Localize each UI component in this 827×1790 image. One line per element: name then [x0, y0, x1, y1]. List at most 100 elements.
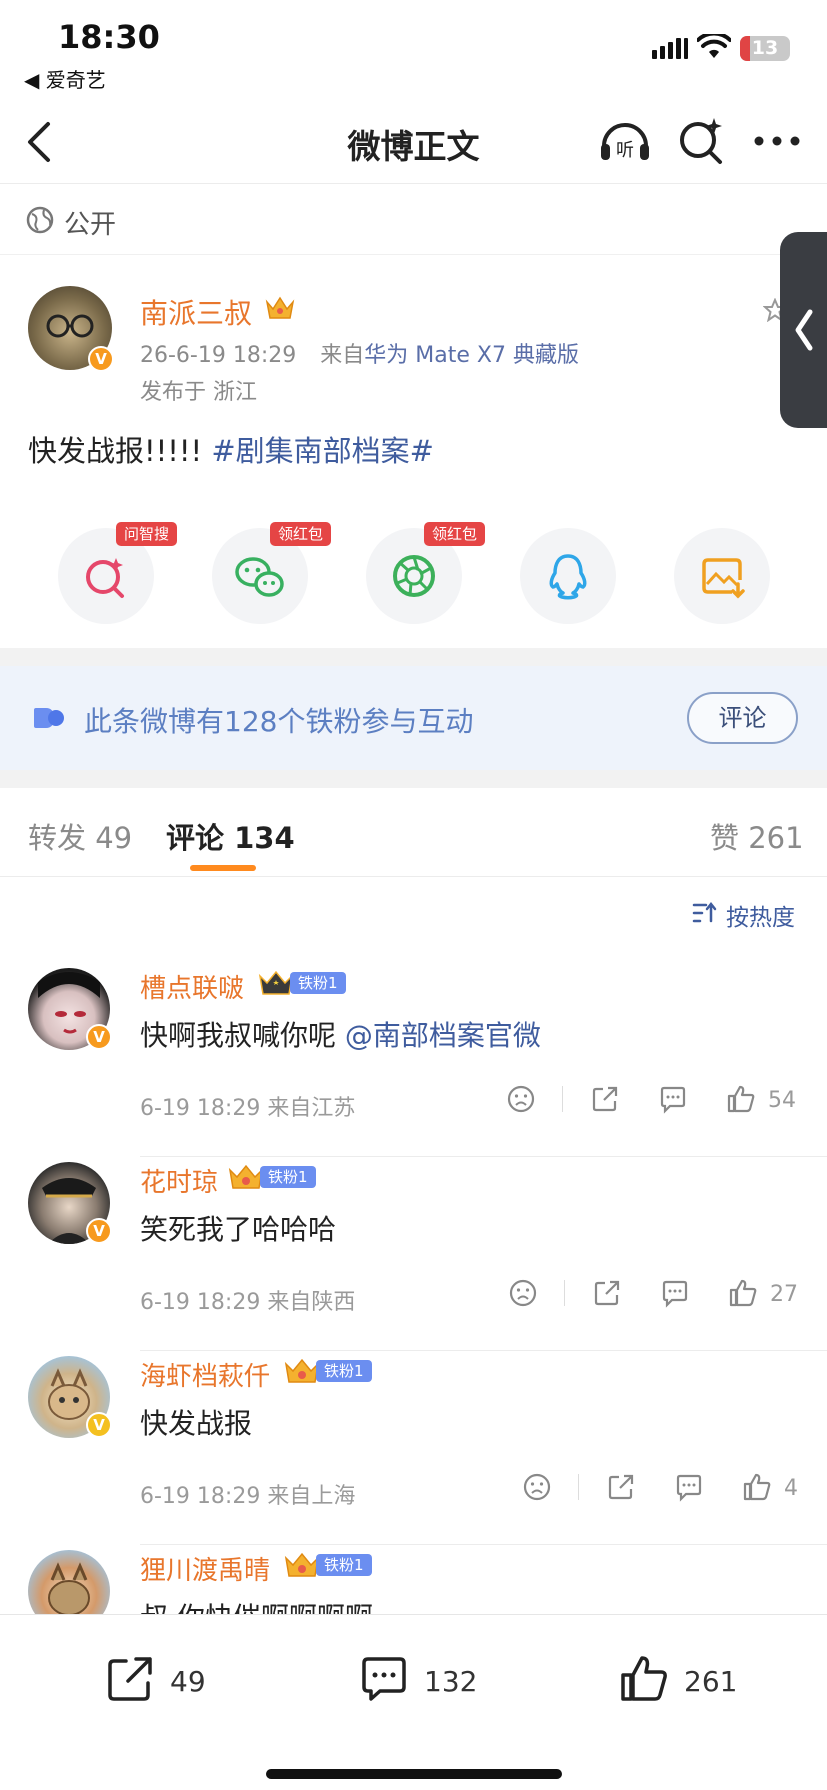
visibility-row: 公开	[0, 185, 827, 255]
share-qq[interactable]	[520, 528, 616, 624]
qq-icon	[549, 554, 587, 600]
verified-badge: V	[86, 1218, 112, 1244]
section-divider	[0, 648, 827, 666]
comment-text: 快啊我叔喊你呢 @南部档案官微	[126, 1004, 606, 1056]
share-save-image[interactable]	[674, 528, 770, 624]
tab-repost[interactable]: 转发 49	[28, 815, 132, 857]
active-tab-indicator	[190, 865, 256, 871]
commenter-name[interactable]: 海虾档萩仟	[140, 1356, 270, 1393]
like-icon[interactable]	[742, 1472, 772, 1502]
commenter-badges: 铁粉1	[258, 970, 346, 996]
post-location: 发布于 浙江	[140, 380, 257, 405]
battery-level: 13	[751, 37, 779, 59]
side-drawer-tab[interactable]	[780, 232, 827, 428]
avatar-image	[48, 1562, 90, 1614]
action-separator	[578, 1474, 579, 1500]
comment-divider	[140, 1350, 827, 1351]
save-image-icon	[702, 558, 745, 599]
like-icon[interactable]	[728, 1278, 758, 1308]
like-button[interactable]: 261	[618, 1653, 748, 1713]
comment-mention[interactable]: @南部档案官微	[345, 1019, 541, 1052]
source-prefix: 来自	[320, 343, 365, 368]
smart-search-icon[interactable]	[676, 114, 726, 166]
tab-comment[interactable]: 评论 134	[166, 815, 295, 857]
like-count: 4	[784, 1476, 798, 1501]
crown-badge-icon	[284, 1552, 320, 1577]
crown-badge-icon	[258, 970, 294, 995]
like-count: 27	[770, 1282, 798, 1307]
comment-actions: 54	[506, 1084, 806, 1120]
comment-item: 狸川渡禹晴 铁粉1 叔 你快催啊啊啊啊	[0, 1550, 827, 1614]
share-icon[interactable]	[592, 1278, 622, 1308]
commenter-name[interactable]: 槽点联啵	[140, 968, 244, 1005]
fans-comment-button[interactable]: 评论	[687, 692, 798, 744]
commenter-name[interactable]: 花时琼	[140, 1162, 218, 1199]
nav-bar: 微博正文 听	[0, 100, 827, 184]
fan-badge: 铁粉1	[316, 1360, 372, 1382]
battery-icon: 13	[740, 36, 790, 61]
reply-icon[interactable]	[674, 1472, 704, 1502]
tab-like[interactable]: 赞 261	[710, 815, 804, 857]
action-separator	[564, 1280, 565, 1306]
comment-icon	[362, 1657, 406, 1701]
share-badge-ai: 问智搜	[116, 522, 178, 546]
crown-badge-icon	[228, 1164, 264, 1189]
fans-banner-text: 此条微博有128个铁粉参与互动	[84, 705, 474, 738]
repost-button[interactable]: 49	[104, 1653, 224, 1713]
verified-badge: V	[88, 346, 114, 372]
comment-divider	[140, 1544, 827, 1545]
comment-text: 笑死我了哈哈哈	[126, 1198, 406, 1250]
back-to-app-link[interactable]: ◀ 爱奇艺	[24, 64, 106, 93]
fans-banner: 此条微博有128个铁粉参与互动 评论	[0, 666, 827, 770]
more-icon[interactable]	[752, 134, 802, 148]
commenter-name[interactable]: 狸川渡禹晴	[140, 1550, 270, 1587]
post-meta: 26-6-19 18:29 来自华为 Mate X7 典藏版	[140, 337, 579, 369]
post-device[interactable]: 华为 Mate X7 典藏版	[364, 343, 579, 368]
share-badge-moments: 领红包	[424, 522, 486, 546]
visibility-label: 公开	[64, 210, 117, 240]
post-time: 26-6-19 18:29	[140, 343, 297, 368]
comment-meta: 6-19 18:29 来自上海	[140, 1484, 356, 1509]
comment-item: V 海虾档萩仟 铁粉1 快发战报 6-19 18:29 来自上海 4	[0, 1356, 827, 1550]
like-icon[interactable]	[726, 1084, 756, 1114]
dislike-icon[interactable]	[506, 1084, 536, 1114]
reply-icon[interactable]	[658, 1084, 688, 1114]
comment-item: V 花时琼 铁粉1 笑死我了哈哈哈 6-19 18:29 来自陕西 27	[0, 1162, 827, 1356]
sort-icon	[692, 901, 717, 923]
commenter-avatar[interactable]	[28, 1550, 110, 1614]
dislike-icon[interactable]	[522, 1472, 552, 1502]
sort-label: 按热度	[726, 905, 795, 931]
share-icon[interactable]	[606, 1472, 636, 1502]
reply-icon[interactable]	[660, 1278, 690, 1308]
fans-icon	[34, 708, 64, 728]
share-icon[interactable]	[590, 1084, 620, 1114]
section-divider	[0, 770, 827, 788]
fan-badge: 铁粉1	[290, 972, 346, 994]
post-hashtag[interactable]: #剧集南部档案#	[211, 434, 434, 468]
commenter-badges: 铁粉1	[228, 1164, 316, 1190]
author-name[interactable]: 南派三叔	[140, 292, 252, 332]
commenter-badges: 铁粉1	[284, 1358, 372, 1384]
comment-body: 叔 你快催啊啊啊啊	[140, 1601, 373, 1614]
comment-body: 快发战报	[140, 1407, 253, 1440]
wifi-icon	[697, 34, 731, 58]
like-count: 54	[768, 1088, 796, 1113]
listen-icon[interactable]: 听	[598, 116, 652, 166]
comment-body: 笑死我了哈哈哈	[140, 1213, 337, 1246]
globe-icon	[26, 206, 54, 234]
repost-icon	[108, 1657, 152, 1701]
action-separator	[562, 1086, 563, 1112]
verified-badge: V	[86, 1024, 112, 1050]
status-bar: 18:30 ◀ 爱奇艺 13	[0, 0, 827, 100]
crown-icon	[265, 296, 295, 319]
comment-actions: 4	[522, 1472, 822, 1508]
fan-badge: 铁粉1	[260, 1166, 316, 1188]
comment-divider	[140, 1156, 827, 1157]
comment-button[interactable]: 132	[358, 1653, 488, 1713]
sort-hot-button[interactable]: 按热度	[726, 898, 795, 932]
dislike-icon[interactable]	[508, 1278, 538, 1308]
comment-body: 快啊我叔喊你呢	[140, 1019, 345, 1052]
comment-meta: 6-19 18:29 来自陕西	[140, 1290, 356, 1315]
home-indicator[interactable]	[266, 1769, 562, 1779]
status-time: 18:30	[58, 18, 160, 56]
